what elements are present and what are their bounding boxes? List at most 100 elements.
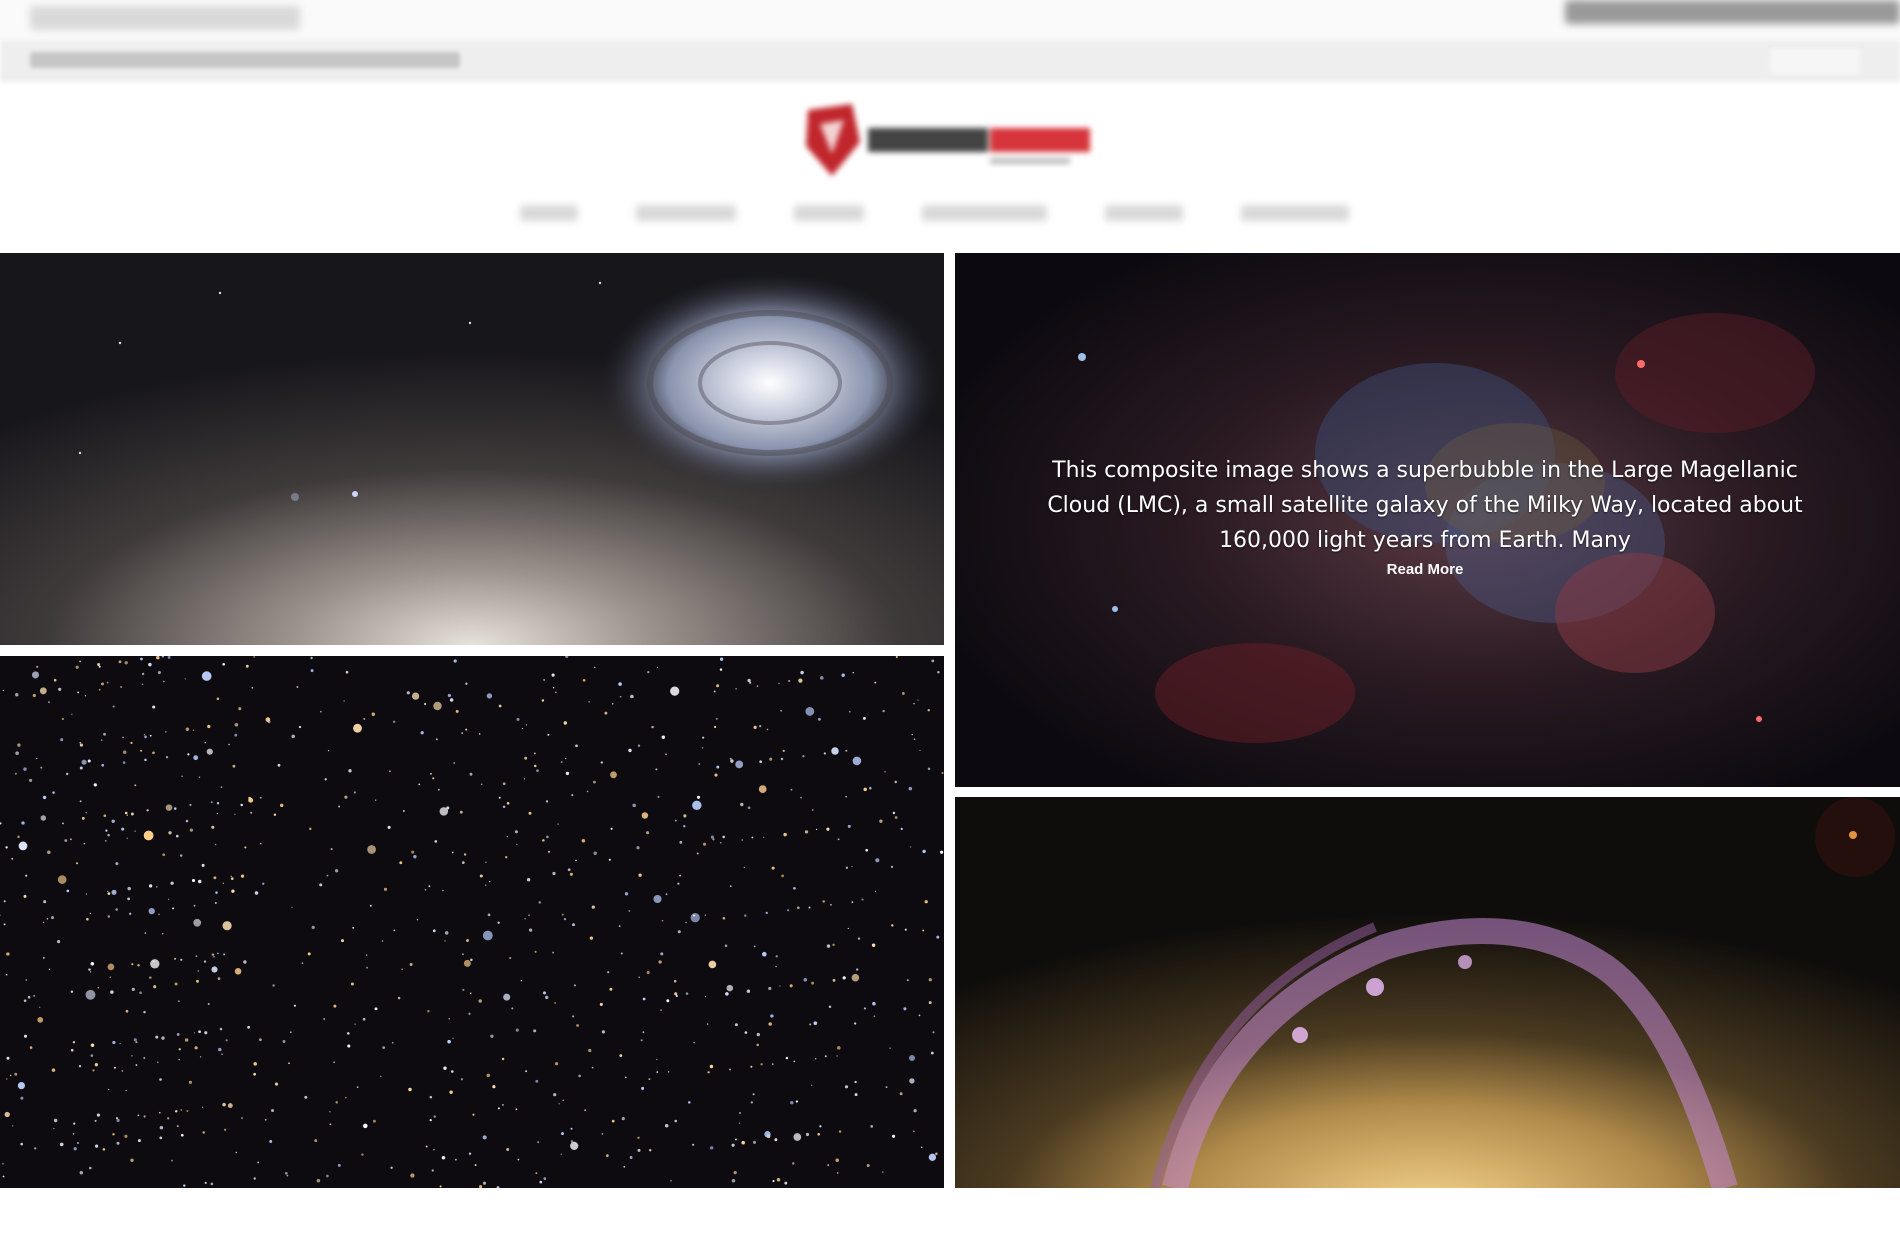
cluster-star [248, 796, 251, 800]
cluster-star [935, 1152, 938, 1156]
nav-item-4[interactable] [922, 205, 1047, 221]
barred-spiral-tile[interactable] [955, 797, 1900, 1188]
cluster-star [909, 1055, 915, 1061]
cluster-star [533, 1029, 537, 1033]
cluster-star [289, 1031, 292, 1034]
cluster-star [129, 912, 132, 915]
cluster-star [803, 978, 808, 982]
cluster-star [738, 1111, 742, 1114]
cluster-star [478, 999, 482, 1003]
cluster-star [259, 842, 262, 845]
cluster-star [122, 750, 127, 754]
star-cluster-tile[interactable] [0, 656, 944, 1188]
blurred-search-bar[interactable] [0, 40, 1900, 82]
cluster-star [193, 1032, 196, 1034]
cluster-star [199, 1056, 202, 1058]
cluster-star [24, 1034, 27, 1038]
cluster-star [526, 878, 531, 882]
cluster-star [601, 1133, 604, 1135]
cluster-star [122, 736, 124, 739]
nav-item-6[interactable] [1241, 205, 1349, 221]
nav-item-5[interactable] [1105, 205, 1183, 221]
cluster-star [847, 824, 851, 828]
cluster-star [835, 1158, 839, 1163]
cluster-star [487, 913, 491, 917]
cluster-star [570, 1141, 579, 1150]
cluster-star [661, 735, 666, 739]
cluster-star [4, 1111, 10, 1118]
cluster-star [222, 1102, 226, 1107]
cluster-star [85, 989, 96, 1000]
nav-item-1[interactable] [520, 205, 578, 221]
cluster-star [665, 893, 668, 896]
cluster-star [23, 767, 27, 771]
cluster-star [462, 988, 465, 991]
cluster-star [751, 836, 754, 839]
cluster-star [159, 1111, 161, 1114]
cluster-star [836, 1055, 838, 1057]
search-button[interactable] [1770, 48, 1860, 74]
cluster-star [552, 871, 556, 876]
cluster-star [451, 851, 454, 854]
cluster-star [800, 796, 802, 799]
cluster-star [461, 861, 465, 864]
nav-item-3[interactable] [794, 205, 864, 221]
cluster-star [148, 884, 153, 888]
cluster-star [815, 828, 818, 831]
cluster-star [461, 732, 464, 735]
cluster-star [347, 1032, 350, 1035]
cluster-star [674, 992, 678, 996]
spiral-galaxy-tile[interactable] [0, 253, 944, 645]
cluster-star [578, 1074, 581, 1078]
cluster-star [784, 1181, 788, 1185]
cluster-star [97, 987, 100, 989]
cluster-star [561, 913, 564, 916]
cluster-star [141, 683, 144, 685]
cluster-star [131, 987, 135, 992]
cluster-star [545, 995, 549, 1000]
cluster-star [781, 874, 784, 878]
cluster-star [176, 1125, 179, 1128]
cluster-star [363, 717, 366, 720]
cluster-star [399, 861, 403, 865]
cluster-star [740, 802, 744, 807]
superbubble-tile[interactable]: This composite image shows a superbubble… [955, 253, 1900, 787]
cluster-star [337, 1163, 341, 1167]
cluster-star [720, 841, 722, 844]
cluster-star [683, 814, 687, 818]
cluster-star [203, 960, 207, 963]
cluster-star [134, 784, 137, 787]
cluster-star [118, 660, 122, 664]
cluster-star [79, 1170, 84, 1175]
cluster-star [931, 659, 935, 663]
cluster-star [872, 1001, 876, 1006]
cluster-star [347, 1044, 351, 1048]
read-more-link[interactable]: Read More [955, 561, 1895, 578]
cluster-star [309, 827, 312, 831]
cluster-star [107, 890, 109, 892]
cluster-star [168, 831, 172, 835]
cluster-star [72, 1041, 76, 1044]
cluster-star [734, 1023, 738, 1027]
cluster-star [333, 1061, 335, 1064]
cluster-star [826, 944, 831, 948]
cluster-star [427, 1010, 430, 1013]
cluster-star [78, 1064, 82, 1068]
cluster-star [103, 814, 107, 818]
cluster-star [354, 1023, 356, 1025]
cluster-star [827, 1164, 830, 1167]
cluster-star [808, 906, 811, 909]
cluster-star [101, 682, 104, 686]
site-logo[interactable] [800, 102, 1100, 180]
cluster-star [323, 1018, 325, 1020]
cluster-star [53, 678, 57, 682]
cluster-star [175, 834, 179, 838]
cluster-star [64, 839, 68, 842]
cluster-star [413, 855, 417, 859]
nav-item-2[interactable] [636, 205, 736, 221]
cluster-star [356, 1086, 359, 1088]
cluster-star [243, 960, 247, 964]
cluster-star [879, 819, 883, 823]
cluster-star [837, 838, 840, 841]
cluster-star [207, 724, 211, 729]
